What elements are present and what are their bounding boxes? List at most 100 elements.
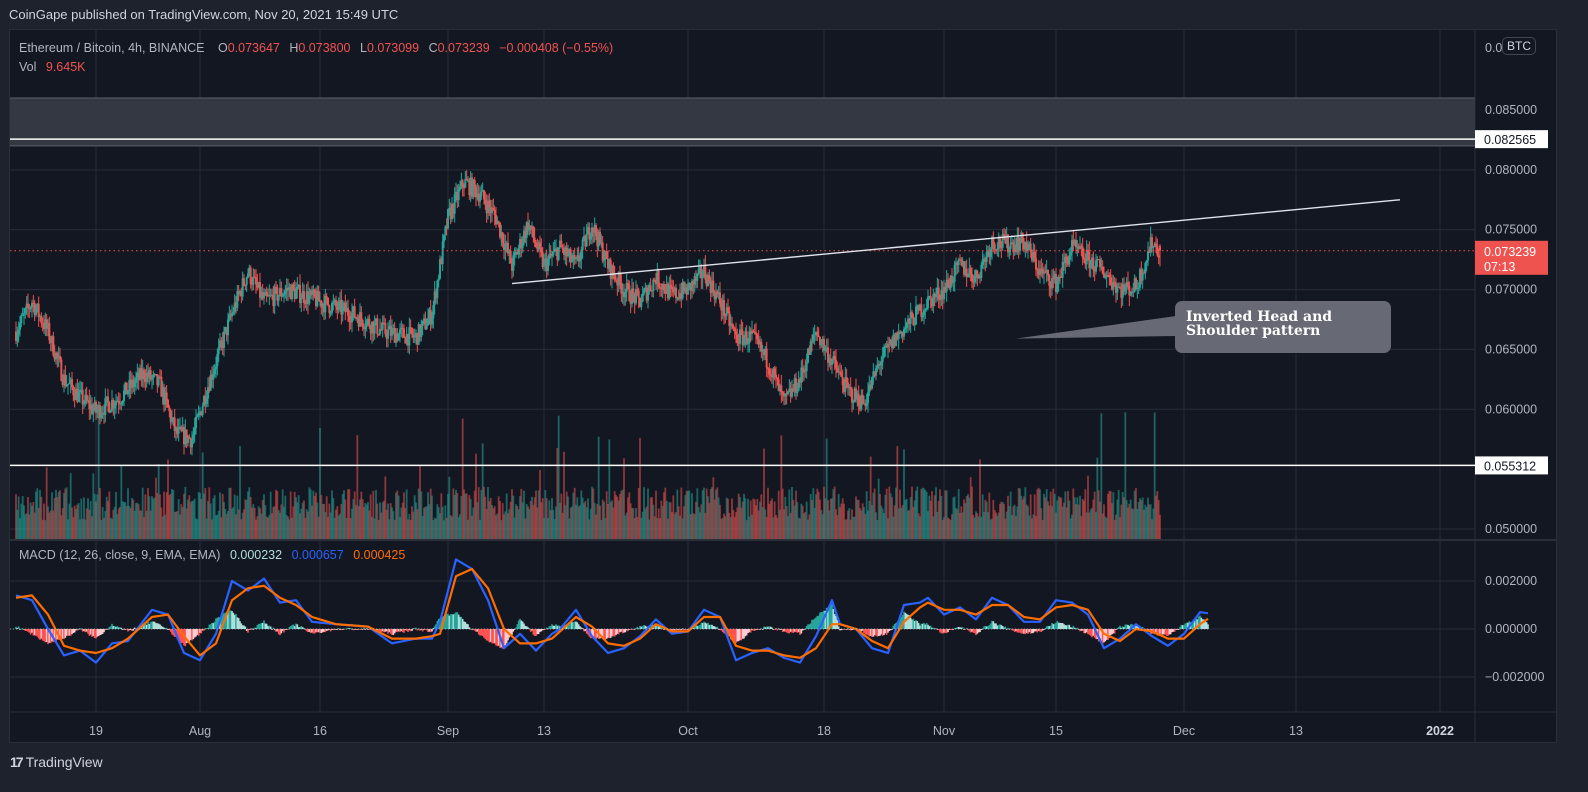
price-tick-label: 0.075000 — [1485, 223, 1537, 237]
macd-title[interactable]: MACD (12, 26, close, 9, EMA, EMA) — [19, 548, 220, 562]
candle-body — [579, 259, 581, 262]
candle-body — [67, 384, 69, 386]
macd-histogram-bar — [776, 629, 779, 631]
candle-body — [64, 374, 67, 386]
candle-body — [647, 291, 649, 301]
candle-body — [381, 322, 384, 330]
candle-body — [120, 403, 123, 405]
horizontal-level-label: 0.082565 — [1484, 133, 1536, 147]
candle-body — [1033, 251, 1036, 259]
candle-body — [1132, 291, 1135, 293]
candle-body — [652, 279, 655, 291]
candle-body — [723, 300, 725, 316]
macd-histogram-bar — [1177, 629, 1180, 630]
candle-body — [560, 240, 563, 248]
currency-badge[interactable]: BTC — [1502, 37, 1536, 55]
candle-body — [912, 316, 915, 326]
candle-body — [1104, 277, 1107, 279]
candle-body — [867, 392, 869, 404]
annotation-line-1: Inverted Head and — [1186, 309, 1333, 325]
candle-body — [215, 366, 217, 369]
candle-body — [1087, 249, 1089, 252]
candle-body — [904, 327, 907, 330]
brand-name: TradingView — [25, 754, 103, 770]
tradingview-brand[interactable]: 17 TradingView — [10, 754, 103, 770]
candle-body — [284, 290, 287, 295]
candle-body — [324, 296, 327, 313]
candle-body — [732, 325, 735, 329]
time-tick-label: 16 — [313, 724, 327, 738]
candle-body — [1048, 275, 1051, 287]
candle-body — [421, 320, 424, 327]
candle-body — [533, 237, 536, 243]
vol-label: Vol — [19, 60, 37, 74]
candle-body — [605, 251, 608, 259]
time-tick-label: 2022 — [1426, 724, 1454, 738]
time-tick-label: Nov — [933, 724, 956, 738]
candle-body — [509, 250, 512, 264]
candle-body — [1083, 257, 1085, 260]
candle-body — [100, 414, 103, 419]
candle-body — [493, 209, 496, 216]
change-value: −0.000408 (−0.55%) — [499, 41, 614, 55]
candle-body — [921, 314, 924, 318]
price-tick-label-top: 0.0 — [1485, 41, 1502, 55]
candle-body — [317, 291, 320, 302]
candle-body — [733, 328, 736, 332]
candle-body — [365, 320, 368, 328]
candle-body — [539, 242, 541, 248]
candle-body — [504, 244, 507, 251]
macd-histogram-bar — [1076, 627, 1079, 629]
candle-body — [817, 335, 820, 338]
candle-body — [463, 187, 465, 189]
macd-histogram-bar — [287, 629, 289, 630]
candle-body — [151, 377, 153, 380]
volume-bar — [1159, 514, 1161, 539]
candle-body — [1089, 260, 1092, 269]
candle-body — [1081, 246, 1084, 258]
candle-body — [1144, 263, 1147, 274]
candle-body — [580, 249, 583, 260]
candle-body — [993, 244, 996, 250]
candle-body — [377, 334, 380, 336]
candle-body — [92, 409, 95, 414]
chart-canvas[interactable]: 0.085000 0.080000 0.075000 0.070000 0.065000… — [0, 0, 1588, 792]
candle-body — [391, 328, 393, 336]
candle-body — [833, 356, 836, 360]
candle-body — [328, 305, 331, 313]
candle-body — [552, 251, 555, 255]
candle-body — [1068, 255, 1071, 265]
candle-body — [585, 234, 588, 247]
candle-body — [532, 226, 535, 238]
candle-body — [420, 326, 423, 337]
macd-tick-label: 0.002000 — [1485, 574, 1537, 588]
candle-body — [861, 394, 864, 404]
candle-body — [41, 323, 44, 325]
pattern-annotation[interactable]: Inverted Head and Shoulder pattern — [1175, 301, 1391, 353]
candle-body — [780, 385, 783, 393]
candle-body — [23, 312, 25, 316]
candle-body — [348, 315, 351, 322]
candle-body — [17, 329, 20, 335]
candle-body — [213, 368, 216, 375]
candle-body — [905, 323, 908, 328]
candle-body — [985, 251, 988, 263]
candle-body — [29, 307, 32, 309]
candle-body — [911, 312, 913, 317]
candle-body — [1035, 258, 1037, 270]
candle-body — [599, 231, 601, 244]
candle-body — [1151, 237, 1153, 248]
time-tick-label: 13 — [1289, 724, 1303, 738]
bar-countdown-label: 07:13 — [1484, 260, 1515, 274]
candle-body — [353, 306, 356, 318]
candle-body — [927, 296, 929, 308]
candle-body — [177, 427, 180, 434]
candle-body — [1069, 252, 1072, 256]
candle-body — [852, 402, 855, 404]
candle-body — [188, 436, 191, 439]
symbol-title[interactable]: Ethereum / Bitcoin, 4h, BINANCE — [19, 41, 205, 55]
candle-body — [981, 259, 984, 266]
time-tick-label: 15 — [1049, 724, 1063, 738]
candle-body — [96, 410, 99, 413]
candle-body — [436, 280, 439, 299]
